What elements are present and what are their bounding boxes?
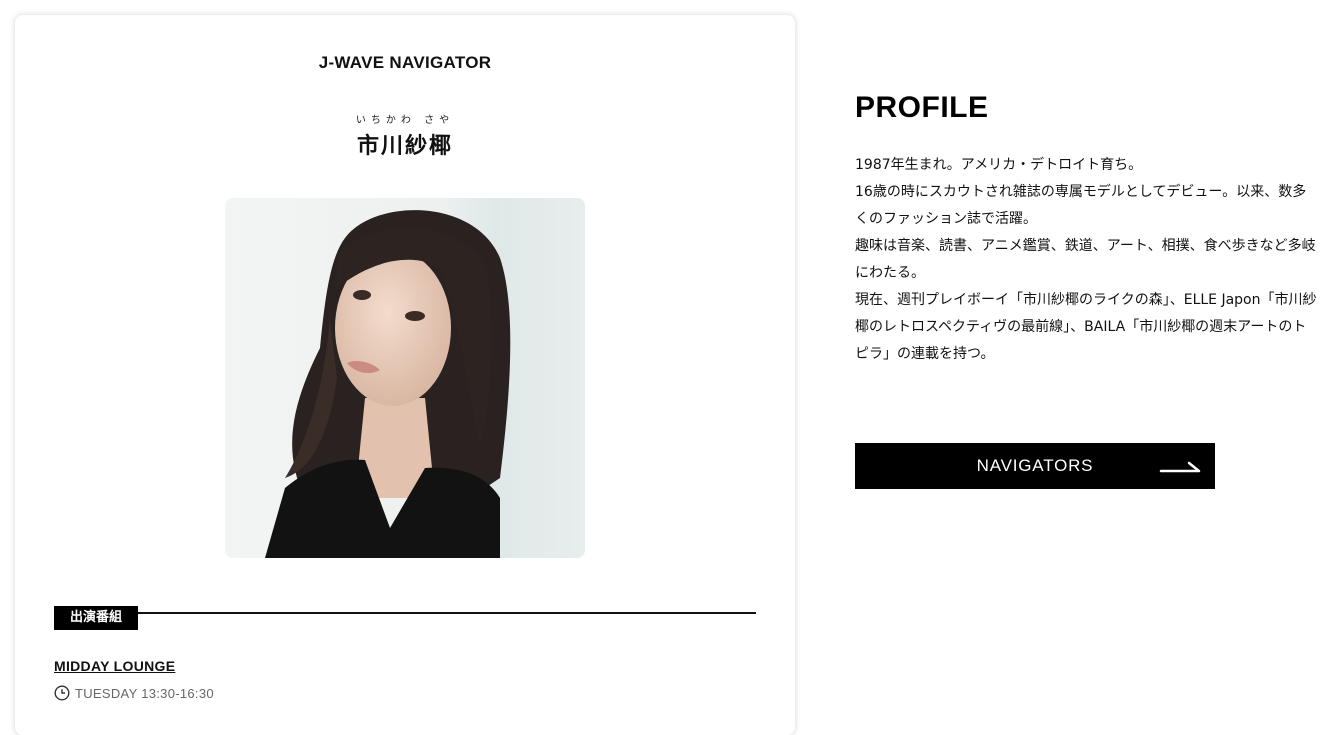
navigators-button[interactable]: NAVIGATORS <box>855 443 1215 489</box>
navigator-name-ruby: いちかわ さや <box>355 115 455 126</box>
profile-paragraph: 1987年生まれ。アメリカ・デトロイト育ち。 <box>855 157 1143 173</box>
profile-paragraph: 現在、週刊プレイボーイ「市川紗椰のライクの森」、ELLE Japon「市川紗椰の… <box>855 292 1317 362</box>
program-schedule-text: TUESDAY 13:30-16:30 <box>75 685 214 701</box>
programs-section-header: 出演番組 <box>54 606 756 630</box>
profile-heading: PROFILE <box>855 91 989 124</box>
navigator-name-block: いちかわ さや 市川紗椰 <box>15 115 795 160</box>
programs-heading: 出演番組 <box>54 606 139 630</box>
portrait-image <box>225 198 585 558</box>
navigator-name: 市川紗椰 <box>356 134 453 159</box>
arrow-right-icon <box>1159 461 1201 473</box>
profile-paragraph: 16歳の時にスカウトされ雑誌の専属モデルとしてデビュー。以来、数多くのファッショ… <box>855 184 1307 227</box>
navigators-button-label: NAVIGATORS <box>976 456 1094 475</box>
profile-section: PROFILE 1987年生まれ。アメリカ・デトロイト育ち。 16歳の時にスカウ… <box>855 88 1317 368</box>
navigator-card: J-WAVE NAVIGATOR いちかわ さや 市川紗椰 出演番組 MIDDA… <box>15 15 795 735</box>
profile-body: 1987年生まれ。アメリカ・デトロイト育ち。 16歳の時にスカウトされ雑誌の専属… <box>855 152 1317 368</box>
clock-icon <box>54 685 70 701</box>
brand-title: J-WAVE NAVIGATOR <box>318 53 492 72</box>
navigator-portrait <box>225 198 585 558</box>
program-link[interactable]: MIDDAY LOUNGE <box>54 658 175 674</box>
profile-paragraph: 趣味は音楽、読書、アニメ鑑賞、鉄道、アート、相撲、食べ歩きなど多岐にわたる。 <box>855 238 1316 281</box>
divider <box>54 612 756 614</box>
program-schedule: TUESDAY 13:30-16:30 <box>54 685 214 701</box>
